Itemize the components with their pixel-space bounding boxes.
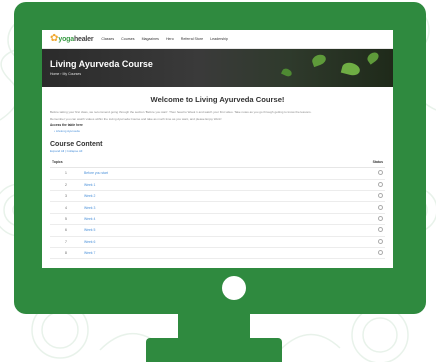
- topic-link[interactable]: Week 2: [82, 190, 361, 203]
- row-number: 4: [50, 201, 82, 214]
- topic-link[interactable]: Week 6: [82, 236, 361, 248]
- nav-item-classes[interactable]: Classes: [101, 37, 114, 41]
- status-circle-icon[interactable]: [378, 215, 383, 221]
- intro-paragraph: Before taking your first class, we recom…: [50, 110, 312, 114]
- lotus-icon: ✿: [50, 33, 59, 44]
- monitor-neck: [178, 306, 250, 342]
- status-circle-icon[interactable]: [378, 204, 383, 210]
- sprout-decoration: [340, 60, 362, 78]
- table-row[interactable]: 1 Before you start: [50, 167, 385, 180]
- nav-item-courses[interactable]: Courses: [121, 37, 134, 41]
- nav-item-leadership[interactable]: Leadership: [210, 37, 228, 41]
- logo-text-yoga: yoga: [58, 35, 74, 43]
- row-number: 7: [50, 236, 82, 248]
- breadcrumb[interactable]: Home › My Courses: [50, 72, 81, 76]
- table-row[interactable]: 5 Week 4: [50, 213, 385, 226]
- table-header: Topics Status: [50, 157, 385, 169]
- access-link[interactable]: • Lifelong Ayurveda: [54, 129, 385, 133]
- hero-banner: Living Ayurveda Course Home › My Courses: [42, 49, 393, 87]
- row-number: 5: [50, 213, 82, 226]
- topics-column-header: Topics: [50, 157, 361, 169]
- topic-link[interactable]: Week 3: [82, 201, 361, 214]
- nav-item-referral-store[interactable]: Referral Store: [181, 37, 203, 41]
- sprout-decoration: [365, 50, 381, 65]
- access-label: Access the table here: [50, 123, 83, 128]
- power-button-icon: [222, 276, 246, 300]
- status-circle-icon[interactable]: [378, 250, 383, 256]
- nav-item-hero[interactable]: Hero: [166, 37, 174, 41]
- table-row[interactable]: 8 Week 7: [50, 247, 385, 260]
- topic-link[interactable]: Week 4: [82, 213, 361, 226]
- monitor-stand: [146, 338, 282, 362]
- table-row[interactable]: 7 Week 6: [50, 236, 385, 248]
- main-content: Welcome to Living Ayurveda Course! Befor…: [42, 87, 393, 265]
- row-number: 6: [50, 224, 82, 237]
- row-number: 1: [50, 167, 82, 180]
- row-number: 3: [50, 190, 82, 203]
- site-nav: ✿ yogahealer Classes Courses Magazines H…: [42, 30, 393, 49]
- course-table: Topics Status 1 Before you start 2 Week 1 …: [50, 157, 385, 260]
- course-content-title: Course Content: [50, 141, 103, 149]
- reminder-paragraph: Remember you can watch videos within the…: [50, 116, 222, 121]
- status-circle-icon[interactable]: [378, 170, 383, 176]
- status-circle-icon[interactable]: [378, 227, 383, 233]
- welcome-heading: Welcome to Living Ayurveda Course!: [150, 95, 285, 104]
- row-number: 2: [50, 179, 82, 191]
- page-title: Living Ayurveda Course: [50, 59, 153, 69]
- status-circle-icon[interactable]: [378, 238, 383, 244]
- table-row[interactable]: 2 Week 1: [50, 179, 385, 191]
- nav-item-magazines[interactable]: Magazines: [142, 37, 159, 41]
- monitor-screen: ✿ yogahealer Classes Courses Magazines H…: [42, 30, 393, 268]
- row-number: 8: [50, 247, 82, 260]
- table-row[interactable]: 4 Week 3: [50, 201, 385, 214]
- status-column-header: Status: [361, 157, 385, 169]
- expand-collapse-toggle[interactable]: Expand All | Collapse All: [50, 149, 385, 153]
- status-circle-icon[interactable]: [378, 181, 383, 187]
- sprout-decoration: [310, 52, 328, 68]
- topic-link[interactable]: Before you start: [82, 167, 361, 180]
- site-logo[interactable]: ✿ yogahealer: [50, 33, 94, 44]
- topic-link[interactable]: Week 7: [82, 247, 361, 260]
- table-row[interactable]: 6 Week 5: [50, 224, 385, 237]
- topic-link[interactable]: Week 5: [82, 224, 361, 237]
- logo-text-healer: healer: [73, 35, 94, 43]
- sprout-decoration: [280, 67, 294, 78]
- table-row[interactable]: 3 Week 2: [50, 190, 385, 203]
- topic-link[interactable]: Week 1: [82, 179, 361, 191]
- access-link-text[interactable]: Lifelong Ayurveda: [56, 129, 80, 133]
- status-circle-icon[interactable]: [378, 193, 383, 199]
